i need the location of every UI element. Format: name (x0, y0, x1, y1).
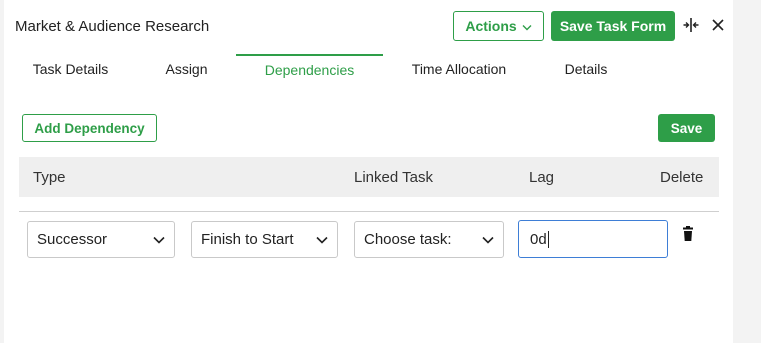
save-button[interactable]: Save (658, 114, 715, 142)
table-header: Type Linked Task Lag Delete (19, 157, 719, 197)
tab-label: Assign (165, 61, 208, 77)
add-dependency-label: Add Dependency (34, 120, 145, 136)
tab-task-details[interactable]: Task Details (4, 54, 137, 84)
chevron-down-icon (482, 231, 494, 248)
column-header-type: Type (33, 168, 66, 186)
lag-input[interactable]: 0d (518, 220, 668, 258)
lag-value: 0d (530, 230, 547, 248)
tab-label: Task Details (32, 61, 109, 77)
tab-bar: Task Details Assign Dependencies Time Al… (4, 54, 733, 84)
close-icon[interactable] (707, 14, 729, 36)
dependency-relation-select[interactable]: Finish to Start (191, 221, 338, 258)
chevron-down-icon (316, 231, 328, 248)
task-title-value: Market & Audience Research (15, 17, 210, 35)
save-label: Save (670, 120, 703, 136)
text-cursor (547, 230, 549, 248)
table-divider (19, 211, 719, 212)
split-view-icon[interactable] (680, 14, 702, 36)
tab-dependencies[interactable]: Dependencies (236, 54, 383, 84)
add-dependency-button[interactable]: Add Dependency (22, 114, 157, 142)
tab-details[interactable]: Details (535, 54, 637, 84)
column-header-delete: Delete (660, 168, 704, 186)
save-task-form-button[interactable]: Save Task Form (551, 11, 675, 41)
dependency-relation-value: Finish to Start (201, 231, 294, 248)
linked-task-select[interactable]: Choose task: (354, 221, 504, 258)
actions-button[interactable]: Actions (453, 11, 544, 41)
actions-label: Actions (465, 18, 517, 34)
linked-task-value: Choose task: (364, 231, 452, 248)
tab-label: Time Allocation (411, 61, 507, 77)
column-header-linked-task: Linked Task (354, 168, 433, 186)
column-header-lag: Lag (529, 168, 555, 186)
tab-assign[interactable]: Assign (137, 54, 236, 84)
chevron-down-icon (522, 18, 532, 34)
tab-label: Dependencies (264, 62, 355, 78)
task-title-input[interactable]: Market & Audience Research (4, 8, 438, 44)
dependency-type-value: Successor (37, 231, 108, 248)
trash-icon[interactable] (680, 226, 696, 244)
tab-label: Details (564, 61, 608, 77)
tab-time-allocation[interactable]: Time Allocation (383, 54, 535, 84)
dependency-type-select[interactable]: Successor (27, 221, 175, 258)
save-task-form-label: Save Task Form (559, 18, 667, 34)
chevron-down-icon (153, 231, 165, 248)
